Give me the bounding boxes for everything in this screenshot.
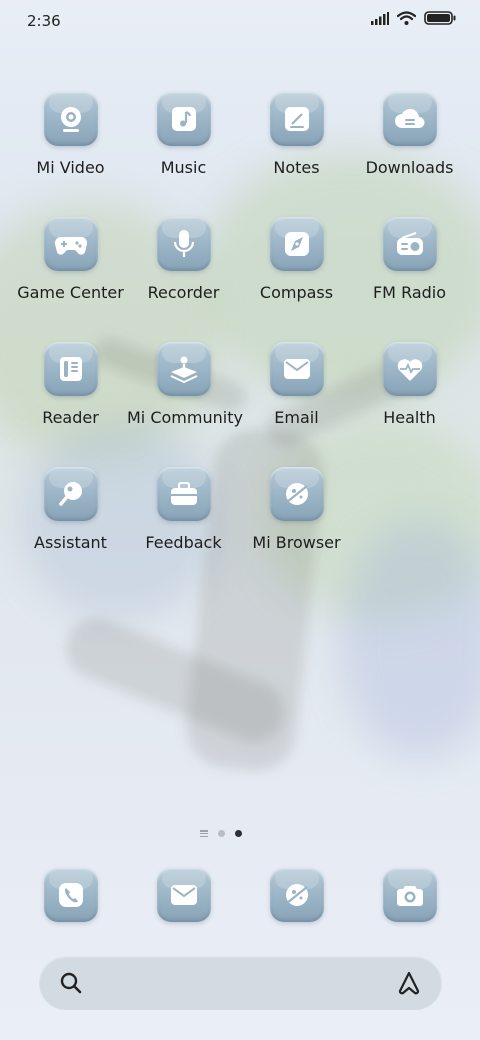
status-time: 2:36 [27, 12, 61, 30]
app-mi-browser[interactable]: Mi Browser [240, 467, 353, 552]
app-health[interactable]: Health [353, 342, 466, 427]
app-downloads[interactable]: Downloads [353, 92, 466, 177]
app-label: Mi Browser [252, 533, 341, 552]
app-reader[interactable]: Reader [14, 342, 127, 427]
app-label: Game Center [17, 283, 124, 302]
app-label: Health [383, 408, 436, 427]
app-label: Compass [259, 283, 334, 302]
app-recorder[interactable]: Recorder [127, 217, 240, 302]
book-icon [43, 342, 98, 396]
video-camera-icon [43, 92, 98, 146]
compass-icon [269, 217, 324, 271]
notepad-pen-icon [269, 92, 324, 146]
app-notes[interactable]: Notes [240, 92, 353, 177]
app-label: Music [160, 158, 207, 177]
app-compass[interactable]: Compass [240, 217, 353, 302]
app-mi-community[interactable]: Mi Community [127, 342, 243, 427]
heart-icon [382, 342, 437, 396]
app-label: Mi Community [127, 408, 243, 427]
feed-page-indicator [200, 830, 208, 837]
planet-icon [269, 467, 324, 521]
app-game-center[interactable]: Game Center [14, 217, 127, 302]
app-assistant[interactable]: Assistant [14, 467, 127, 552]
dock-browser[interactable] [240, 868, 353, 922]
envelope-icon [269, 342, 324, 396]
magnifier-bulb-icon [43, 467, 98, 521]
phone-icon [43, 868, 98, 922]
app-label: Feedback [145, 533, 222, 552]
cloud-download-icon [382, 92, 437, 146]
app-mi-video[interactable]: Mi Video [14, 92, 127, 177]
music-note-icon [156, 92, 211, 146]
dock-camera[interactable] [353, 868, 466, 922]
microphone-icon [156, 217, 211, 271]
app-feedback[interactable]: Feedback [127, 467, 240, 552]
radio-icon [382, 217, 437, 271]
camera-icon [382, 868, 437, 922]
search-bar[interactable] [39, 956, 442, 1010]
wifi-icon [397, 11, 416, 25]
page-dot [218, 830, 225, 837]
page-indicator[interactable] [200, 830, 242, 837]
browser-icon [269, 868, 324, 922]
messages-icon [156, 868, 211, 922]
app-music[interactable]: Music [127, 92, 240, 177]
app-fm-radio[interactable]: FM Radio [353, 217, 466, 302]
app-label: Email [274, 408, 319, 427]
app-label: Reader [42, 408, 99, 427]
app-label: Assistant [34, 533, 107, 552]
app-label: Mi Video [36, 158, 105, 177]
signal-icon [371, 11, 389, 25]
battery-icon [424, 11, 456, 25]
app-label: Notes [273, 158, 320, 177]
assistant-a-icon[interactable] [396, 970, 422, 996]
app-label: FM Radio [372, 283, 447, 302]
app-label: Downloads [365, 158, 454, 177]
dock-phone[interactable] [14, 868, 127, 922]
status-bar: 2:36 [0, 0, 480, 44]
toolbox-icon [156, 467, 211, 521]
community-icon [156, 342, 211, 396]
gamepad-icon [43, 217, 98, 271]
dock-messages[interactable] [127, 868, 240, 922]
app-label: Recorder [147, 283, 220, 302]
page-dot-active [235, 830, 242, 837]
search-icon [60, 972, 82, 994]
app-email[interactable]: Email [240, 342, 353, 427]
